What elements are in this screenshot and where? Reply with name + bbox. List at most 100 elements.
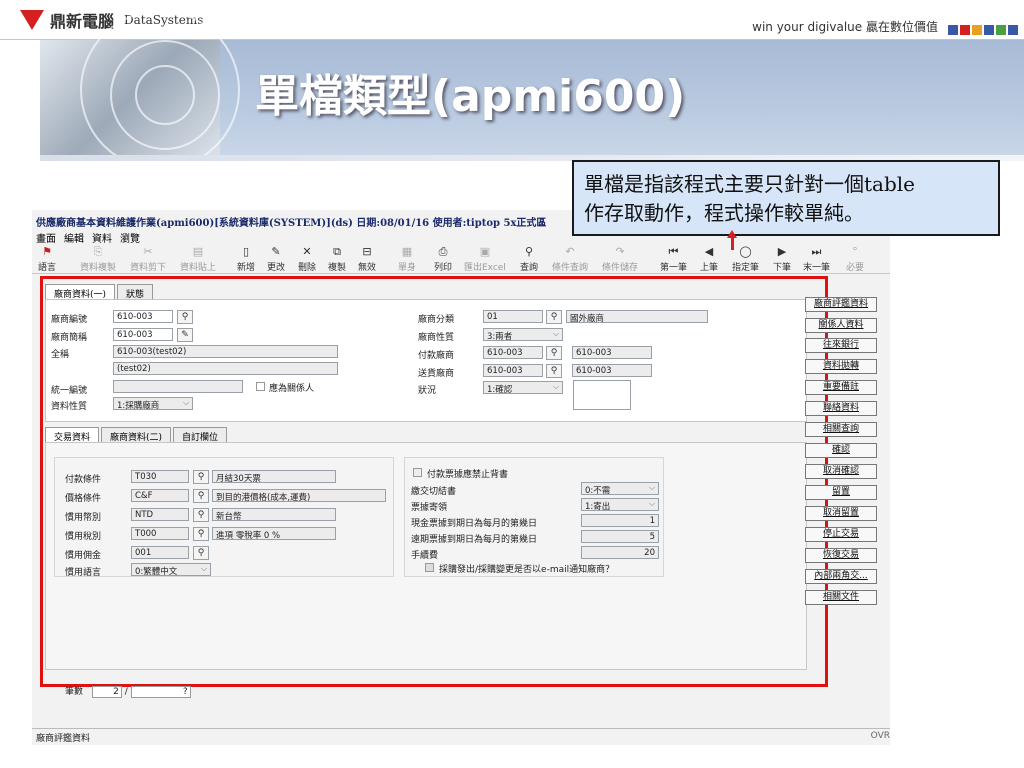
search-icon[interactable]: ⚲	[193, 470, 209, 484]
hold-button[interactable]: 留置	[805, 485, 877, 500]
toolbar-print-button[interactable]: ⎙ 列印	[434, 244, 452, 273]
long-due-field[interactable]: 5	[581, 530, 659, 543]
price-terms-field[interactable]: C&F	[131, 489, 189, 502]
toolbar-label: 資料貼上	[180, 263, 217, 273]
first-icon: ⏮	[668, 245, 679, 258]
toolbar-cut-button[interactable]: ✂ 資料剪下	[130, 244, 166, 273]
toolbar-invalid-button[interactable]: ⊟ 無效	[358, 244, 376, 273]
toolbar-edit-button[interactable]: ✎ 更改	[267, 244, 285, 273]
vendor-short-field[interactable]: 610-003	[113, 328, 173, 341]
toolbar-query-button[interactable]: ⚲ 查詢	[520, 244, 538, 273]
slide-title: 單檔類型(apmi600)	[255, 71, 686, 122]
toolbar-language-button[interactable]: ⚑ 語言	[38, 244, 56, 273]
record-count-label: 筆數	[65, 687, 84, 697]
slogan: win your digivalue 贏在數位價值	[752, 20, 938, 34]
toolbar-duplicate-button[interactable]: ⧉ 複製	[328, 244, 346, 273]
bank-button[interactable]: 往來銀行	[805, 338, 877, 353]
fee-field[interactable]: 20	[581, 546, 659, 559]
toolbar-first-button[interactable]: ⏮ 第一筆	[660, 244, 687, 273]
menu-edit[interactable]: 編輯	[64, 230, 84, 245]
commission-field[interactable]: 001	[131, 546, 189, 559]
detail-icon: ▦	[401, 245, 413, 258]
chevron-down-icon[interactable]: ⌵	[198, 563, 210, 576]
cond-save-icon: ↷	[615, 245, 625, 258]
brand-square	[960, 25, 970, 35]
toolbar-label: 匯出Excel	[464, 263, 506, 273]
duplicate-icon: ⧉	[333, 245, 341, 258]
chevron-down-icon[interactable]: ⌵	[646, 482, 658, 495]
full-name-field-2[interactable]: (test02)	[113, 362, 338, 375]
toolbar-label: 資料剪下	[130, 263, 167, 273]
confirm-button[interactable]: 確認	[805, 443, 877, 458]
search-icon[interactable]: ⚲	[177, 310, 193, 324]
cancel-confirm-button[interactable]: 取消確認	[805, 464, 877, 479]
ship-vendor-field[interactable]: 610-003	[483, 364, 543, 377]
tax-id-field[interactable]	[113, 380, 243, 393]
price-terms-desc-field: 到目的港價格(成本,運費)	[212, 489, 386, 502]
vendor-no-field[interactable]: 610-003	[113, 310, 173, 323]
pay-vendor-field[interactable]: 610-003	[483, 346, 543, 359]
search-icon[interactable]: ⚲	[193, 546, 209, 560]
full-name-field-1[interactable]: 610-003(test02)	[113, 345, 338, 358]
cancel-hold-button[interactable]: 取消留置	[805, 506, 877, 521]
search-icon[interactable]: ⚲	[193, 489, 209, 503]
related-query-button[interactable]: 相關查詢	[805, 422, 877, 437]
toolbar-delete-button[interactable]: ✕ 刪除	[298, 244, 316, 273]
menu-screen[interactable]: 畫面	[36, 230, 56, 245]
toolbar-required-button[interactable]: ° 必要	[846, 244, 864, 273]
commission-label: 慣用佣金	[65, 551, 102, 561]
contact-data-button[interactable]: 聯絡資料	[805, 401, 877, 416]
tax-field[interactable]: T000	[131, 527, 189, 540]
toolbar-label: 指定筆	[732, 263, 760, 273]
search-icon[interactable]: ⚲	[193, 527, 209, 541]
data-transfer-button[interactable]: 資料拋轉	[805, 359, 877, 374]
edit-icon[interactable]: ✎	[177, 328, 193, 342]
vendor-evaluation-button[interactable]: 廠商評鑑資料	[805, 297, 877, 312]
status-text: 廠商評鑑資料	[36, 734, 91, 744]
chevron-down-icon[interactable]: ⌵	[550, 328, 562, 341]
related-party-button[interactable]: 關係人資料	[805, 318, 877, 333]
menu-data[interactable]: 資料	[92, 230, 112, 245]
search-icon[interactable]: ⚲	[546, 310, 562, 324]
toolbar-next-button[interactable]: ▶ 下筆	[773, 244, 791, 273]
toolbar-copy-button[interactable]: ⎘ 資料複製	[80, 244, 116, 273]
email-notify-checkbox[interactable]	[425, 563, 434, 572]
related-docs-button[interactable]: 相關文件	[805, 590, 877, 605]
toolbar-goto-button[interactable]: ◯ 指定筆	[732, 244, 759, 273]
chevron-down-icon[interactable]: ⌵	[646, 498, 658, 511]
category-field[interactable]: 01	[483, 310, 543, 323]
toolbar-excel-button[interactable]: ▣ 匯出Excel	[464, 244, 506, 273]
delete-icon: ✕	[302, 245, 312, 258]
related-party-checkbox[interactable]	[256, 382, 265, 391]
resume-trade-button[interactable]: 恢復交易	[805, 548, 877, 563]
stop-trade-button[interactable]: 停止交易	[805, 527, 877, 542]
toolbar-label: 語言	[38, 263, 57, 273]
last-icon: ⏭	[811, 245, 822, 258]
toolbar-label: 列印	[434, 263, 453, 273]
chevron-down-icon[interactable]: ⌵	[550, 381, 562, 394]
required-icon: °	[852, 245, 858, 258]
pay-terms-field[interactable]: T030	[131, 470, 189, 483]
internal-triangle-button[interactable]: 內部兩角交...	[805, 569, 877, 584]
search-icon[interactable]: ⚲	[546, 346, 562, 360]
search-icon[interactable]: ⚲	[193, 508, 209, 522]
toolbar-new-button[interactable]: ▯ 新增	[237, 244, 255, 273]
fee-label: 手續費	[411, 551, 439, 561]
toolbar-cond-query-button[interactable]: ↶ 條件查詢	[552, 244, 588, 273]
toolbar-cond-save-button[interactable]: ↷ 條件儲存	[602, 244, 638, 273]
search-icon[interactable]: ⚲	[546, 364, 562, 378]
important-notes-button[interactable]: 重要備註	[805, 380, 877, 395]
stop-endorse-checkbox[interactable]	[413, 468, 422, 477]
cash-due-field[interactable]: 1	[581, 514, 659, 527]
toolbar-label: 條件儲存	[602, 263, 639, 273]
toolbar-last-button[interactable]: ⏭ 末一筆	[803, 244, 830, 273]
menu-browse[interactable]: 瀏覽	[120, 230, 140, 245]
chevron-down-icon[interactable]: ⌵	[180, 397, 192, 410]
toolbar-prev-button[interactable]: ◀ 上筆	[700, 244, 718, 273]
currency-field[interactable]: NTD	[131, 508, 189, 521]
cond-query-icon: ↶	[565, 245, 575, 258]
toolbar-label: 新增	[237, 263, 256, 273]
toolbar-detail-button[interactable]: ▦ 單身	[398, 244, 416, 273]
long-due-label: 遠期票據到期日為每月的第幾日	[411, 535, 538, 545]
toolbar-paste-button[interactable]: ▤ 資料貼上	[180, 244, 216, 273]
